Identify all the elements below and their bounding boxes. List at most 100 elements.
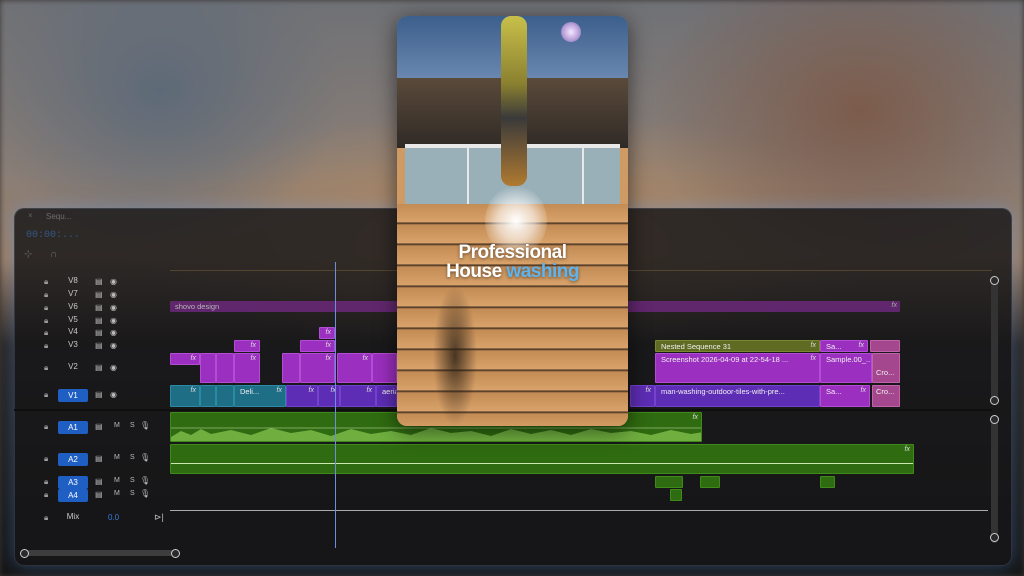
lock-icon[interactable]: 🔒︎ — [44, 303, 48, 313]
clip-aerial[interactable]: aeria — [376, 385, 397, 407]
clip-v1[interactable]: fx — [318, 385, 340, 407]
sync-lock-icon[interactable]: ▤ — [95, 303, 103, 312]
sync-lock-icon[interactable]: ▤ — [95, 290, 103, 299]
clip-v2[interactable] — [216, 353, 234, 383]
snap-icon[interactable]: ⊹ — [24, 249, 32, 260]
timecode-display[interactable]: 00:00:... — [26, 230, 80, 241]
audio-scroll-handle-bottom[interactable] — [990, 533, 999, 542]
mute-button[interactable]: M — [114, 490, 120, 497]
sync-lock-icon[interactable]: ▤ — [95, 277, 103, 286]
sync-lock-icon[interactable]: ▤ — [95, 422, 103, 431]
clip-v2[interactable]: fx — [170, 353, 200, 365]
mic-icon[interactable]: 🎙︎ — [140, 421, 150, 430]
track-name-selected[interactable]: A2 — [58, 453, 88, 466]
clip-v2[interactable]: fx — [300, 353, 335, 383]
eye-icon[interactable]: ◉ — [110, 303, 117, 312]
sync-lock-icon[interactable]: ▤ — [95, 490, 103, 499]
clip-v1[interactable]: fx — [286, 385, 318, 407]
clip-screenshot[interactable]: Screenshot 2026-04-09 at 22-54-18 ... fx — [655, 353, 820, 383]
clip-v3-thumb[interactable] — [870, 340, 900, 352]
clip-v1[interactable] — [200, 385, 216, 407]
clip-v1[interactable]: Sa... fx — [820, 385, 870, 407]
lock-icon[interactable]: 🔒︎ — [44, 363, 48, 373]
eye-icon[interactable]: ◉ — [110, 316, 117, 325]
mute-button[interactable]: M — [114, 477, 120, 484]
track-name-selected[interactable]: A3 — [58, 476, 88, 489]
lock-icon[interactable]: 🔒︎ — [44, 454, 48, 464]
audio-clip-a2[interactable]: fx — [170, 444, 914, 474]
clip-v1[interactable] — [216, 385, 234, 407]
audio-vertical-scrollbar[interactable] — [991, 415, 998, 543]
sync-lock-icon[interactable]: ▤ — [95, 454, 103, 463]
track-name-selected[interactable]: V1 — [58, 389, 88, 402]
track-name[interactable]: V3 — [58, 340, 88, 349]
mute-button[interactable]: M — [114, 454, 120, 461]
eye-icon[interactable]: ◉ — [110, 290, 117, 299]
video-scroll-handle-top[interactable] — [990, 276, 999, 285]
mic-icon[interactable]: 🎙︎ — [140, 476, 150, 485]
clip-v2[interactable] — [372, 353, 397, 383]
clip-sample[interactable]: Sample.00_... — [820, 353, 872, 383]
track-name[interactable]: V4 — [58, 327, 88, 336]
horizontal-scrollbar[interactable] — [24, 550, 176, 556]
clip-v3[interactable]: fx — [300, 340, 335, 352]
clip-crop-v1[interactable]: Cro... — [872, 385, 900, 407]
mute-button[interactable]: M — [114, 422, 120, 429]
track-name[interactable]: V7 — [58, 289, 88, 298]
clip-v2[interactable] — [282, 353, 300, 383]
sync-lock-icon[interactable]: ▤ — [95, 316, 103, 325]
video-vertical-scrollbar[interactable] — [991, 276, 998, 404]
audio-scroll-handle-top[interactable] — [990, 415, 999, 424]
audio-clip-a3[interactable] — [700, 476, 720, 488]
clip-v1[interactable]: fx — [630, 385, 655, 407]
sync-lock-icon[interactable]: ▤ — [95, 328, 103, 337]
playhead[interactable] — [335, 262, 336, 548]
close-tab-icon[interactable]: × — [28, 211, 33, 220]
clip-v2[interactable] — [200, 353, 216, 383]
mic-icon[interactable]: 🎙︎ — [140, 489, 150, 498]
lock-icon[interactable]: 🔒︎ — [44, 513, 48, 523]
track-name[interactable]: V6 — [58, 302, 88, 311]
clip-nested-sequence[interactable]: Nested Sequence 31 fx — [655, 340, 820, 352]
lock-icon[interactable]: 🔒︎ — [44, 290, 48, 300]
sync-lock-icon[interactable]: ▤ — [95, 363, 103, 372]
zoom-handle-left[interactable] — [20, 549, 29, 558]
sync-lock-icon[interactable]: ▤ — [95, 477, 103, 486]
solo-button[interactable]: S — [130, 477, 135, 484]
track-name[interactable]: V5 — [58, 315, 88, 324]
lock-icon[interactable]: 🔒︎ — [44, 477, 48, 487]
eye-icon[interactable]: ◉ — [110, 363, 117, 372]
audio-clip-a3[interactable] — [820, 476, 835, 488]
track-name-selected[interactable]: A1 — [58, 421, 88, 434]
track-name-selected[interactable]: A4 — [58, 489, 88, 502]
track-name[interactable]: V2 — [58, 362, 88, 371]
mix-volume-value[interactable]: 0.0 — [108, 513, 119, 522]
solo-button[interactable]: S — [130, 490, 135, 497]
solo-button[interactable]: S — [130, 454, 135, 461]
track-name[interactable]: V8 — [58, 276, 88, 285]
eye-icon[interactable]: ◉ — [110, 328, 117, 337]
clip-deli[interactable]: Deli... fx — [234, 385, 286, 407]
lock-icon[interactable]: 🔒︎ — [44, 490, 48, 500]
lock-icon[interactable]: 🔒︎ — [44, 390, 48, 400]
zoom-handle-right[interactable] — [171, 549, 180, 558]
eye-icon[interactable]: ◉ — [110, 277, 117, 286]
clip-v1[interactable]: fx — [170, 385, 200, 407]
link-icon[interactable]: ∩ — [50, 249, 57, 260]
go-to-end-icon[interactable]: ⊳| — [154, 512, 164, 523]
eye-icon[interactable]: ◉ — [110, 341, 117, 350]
volume-keyline[interactable] — [171, 463, 913, 464]
lock-icon[interactable]: 🔒︎ — [44, 422, 48, 432]
clip-v4[interactable]: fx — [319, 327, 335, 339]
video-scroll-handle-bottom[interactable] — [990, 396, 999, 405]
lock-icon[interactable]: 🔒︎ — [44, 316, 48, 326]
lock-icon[interactable]: 🔒︎ — [44, 341, 48, 351]
lock-icon[interactable]: 🔒︎ — [44, 277, 48, 287]
sync-lock-icon[interactable]: ▤ — [95, 390, 103, 399]
sync-lock-icon[interactable]: ▤ — [95, 341, 103, 350]
clip-crop-v2[interactable]: Cro... — [872, 353, 900, 383]
audio-clip-a4[interactable] — [670, 489, 682, 501]
clip-man-washing[interactable]: man-washing-outdoor-tiles-with-pre... — [655, 385, 820, 407]
clip-v3[interactable]: fx — [234, 340, 260, 352]
clip-v2[interactable]: fx — [337, 353, 372, 383]
